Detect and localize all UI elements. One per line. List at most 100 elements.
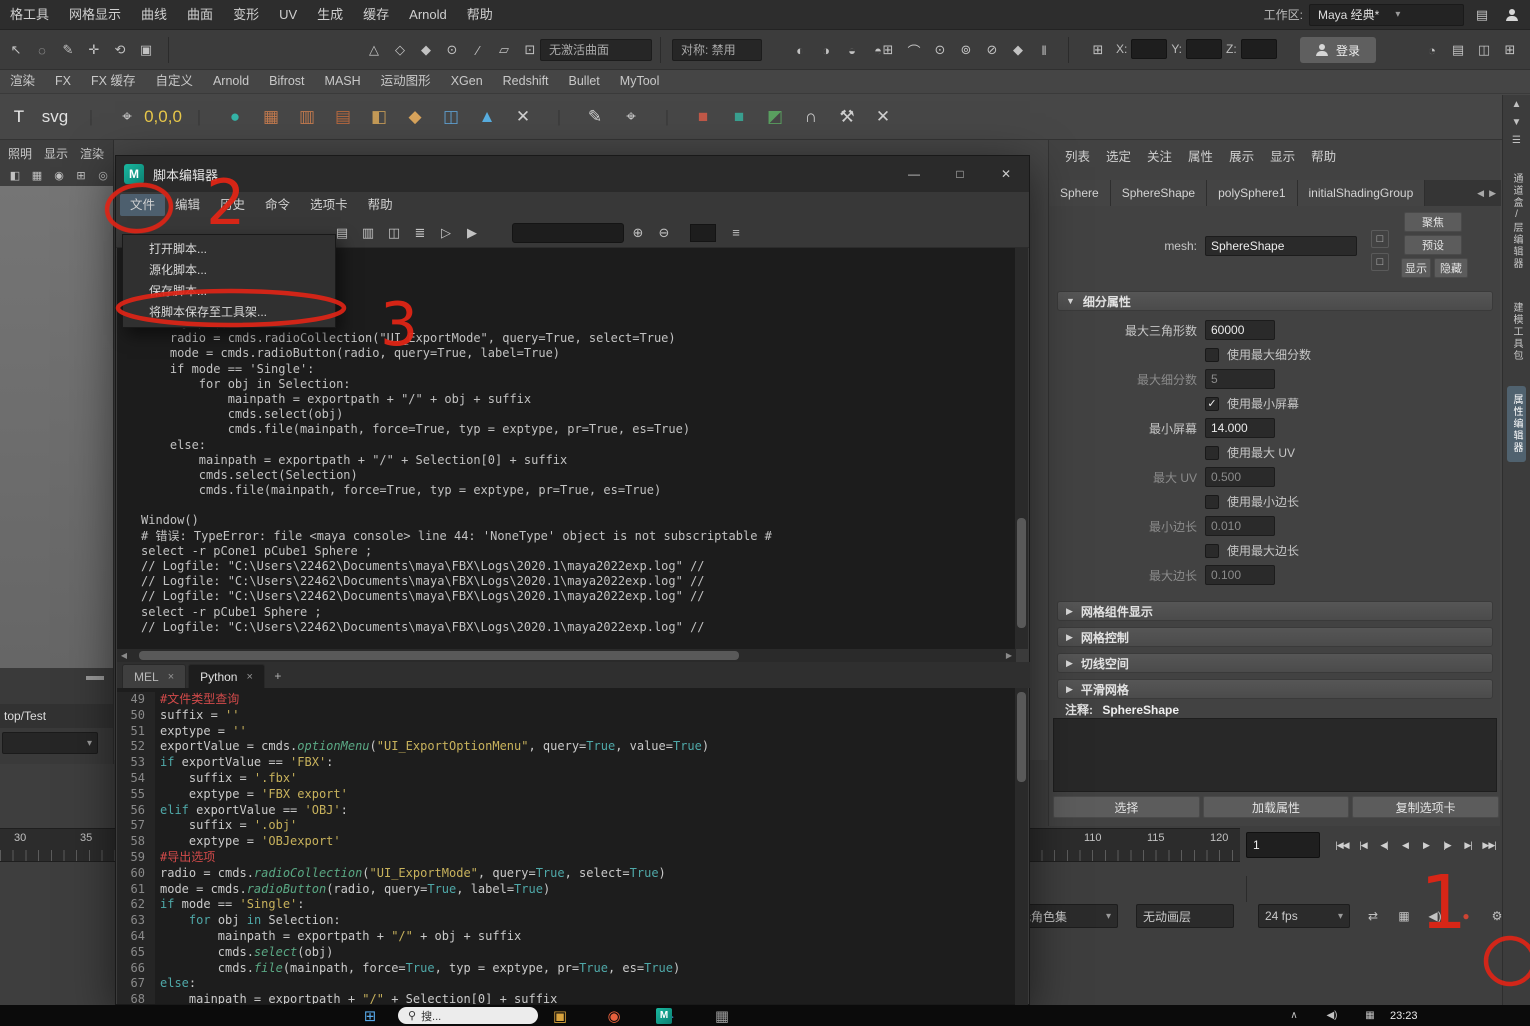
svg-tool-icon[interactable]: svg (38, 98, 72, 136)
sidebar-menu-icon[interactable]: ☰ (1507, 131, 1527, 149)
snap-point-icon[interactable]: ⊙ (928, 38, 952, 62)
code-line[interactable]: 61mode = cmds.radioButton(radio, query=T… (117, 882, 1016, 898)
shelf-tab[interactable]: XGen (441, 70, 493, 93)
browser-icon[interactable]: ◉ (602, 1004, 626, 1026)
tab-close-icon[interactable]: × (246, 671, 252, 683)
mesh-name-field[interactable]: SphereShape (1205, 236, 1357, 256)
viewport[interactable] (0, 186, 113, 668)
scrollbar-thumb[interactable] (1017, 518, 1026, 628)
menu-item[interactable]: 曲面 (177, 0, 223, 29)
shelf-tab[interactable]: 自定义 (145, 70, 203, 93)
auto-key-icon[interactable]: ● (1455, 905, 1477, 927)
sidebar-tab-attribute-editor[interactable]: 属性编辑器 (1507, 386, 1526, 462)
output-connections-icon[interactable]: □ (1371, 253, 1389, 271)
viewport-menu-item[interactable]: 渲染 (80, 145, 104, 162)
component-select-icon[interactable]: ◆ (414, 38, 438, 62)
min-screen-field[interactable]: 14.000 (1205, 418, 1275, 438)
menu-item[interactable]: 帮助 (457, 0, 503, 29)
shading-icon[interactable]: ◧ (6, 166, 24, 184)
use-max-uv-checkbox[interactable] (1205, 446, 1219, 460)
attr-menu-item[interactable]: 关注 (1139, 146, 1180, 165)
show-button[interactable]: 显示 (1401, 258, 1431, 278)
tray-chevron-icon[interactable]: ∧ (1282, 1004, 1306, 1026)
zoom-in-icon[interactable]: ⊕ (626, 221, 650, 245)
menu-item[interactable]: 曲线 (131, 0, 177, 29)
hide-button[interactable]: 隐藏 (1434, 258, 1468, 278)
user-icon[interactable] (1500, 3, 1524, 27)
code-line[interactable]: 51exptype = '' (117, 724, 1016, 740)
make-live-icon[interactable]: ◆ (1006, 38, 1030, 62)
two-pane-icon[interactable]: ◫ (1472, 38, 1496, 62)
scale-tool-icon[interactable]: ▣ (134, 38, 158, 62)
dropdown-menu-item[interactable]: 打开脚本... (123, 239, 335, 260)
close-button[interactable]: ✕ (983, 156, 1029, 192)
node-tab[interactable]: Sphere (1049, 180, 1111, 206)
scrollbar-thumb[interactable] (139, 651, 739, 660)
tabs-menu[interactable]: 选项卡 (300, 194, 358, 216)
grid-icon[interactable]: ⊞ (72, 166, 90, 184)
clock[interactable]: 23:23 (1390, 1005, 1418, 1026)
max-triangles-field[interactable]: 60000 (1205, 320, 1275, 340)
code-line[interactable]: 53if exportValue == 'FBX': (117, 755, 1016, 771)
lasso-select-icon[interactable]: ◌ (30, 38, 54, 62)
step-back-button[interactable]: ◀| (1374, 833, 1394, 857)
menu-item[interactable]: 格工具 (0, 0, 59, 29)
help-menu[interactable]: 帮助 (358, 194, 403, 216)
scrollbar-thumb[interactable] (1017, 692, 1026, 782)
anim-layer-dropdown[interactable]: 无动画层 (1136, 904, 1234, 928)
shelf-separator[interactable]: | (182, 98, 216, 136)
y-input[interactable] (1186, 39, 1222, 59)
sphere-primitive-icon[interactable]: ● (218, 98, 252, 136)
extrude-icon[interactable]: ▲ (470, 98, 504, 136)
menu-item[interactable]: 缓存 (353, 0, 399, 29)
rotate-tool-icon[interactable]: ⟲ (108, 38, 132, 62)
play-button[interactable]: ▶ (1416, 833, 1436, 857)
presets-button[interactable]: 预设 (1404, 235, 1462, 255)
code-line[interactable]: 65 cmds.select(obj) (117, 945, 1016, 961)
shelf-tab[interactable]: Arnold (203, 70, 259, 93)
shelf-tab[interactable]: Bifrost (259, 70, 314, 93)
dropdown-menu-item[interactable]: 保存脚本... (123, 281, 335, 302)
text-tool-icon[interactable]: T (2, 98, 36, 136)
code-line[interactable]: 54 suffix = '.fbx' (117, 771, 1016, 787)
clip-editor-icon[interactable]: ▦ (1393, 905, 1415, 927)
tab-scroll-left-icon[interactable]: ◀ (1477, 188, 1484, 199)
menu-item[interactable]: 生成 (307, 0, 353, 29)
symmetry-field[interactable]: 对称: 禁用 (672, 39, 762, 61)
cube-extract-icon[interactable]: ▤ (326, 98, 360, 136)
step-forward-button[interactable]: |▶ (1437, 833, 1457, 857)
taskbar-search[interactable]: ⚲ 搜... (398, 1007, 538, 1024)
tab-mel[interactable]: MEL × (122, 664, 186, 688)
max-subdiv-field[interactable]: 5 (1205, 369, 1275, 389)
bevel-icon[interactable]: ◩ (758, 98, 792, 136)
shelf-tab[interactable]: 渲染 (0, 70, 45, 93)
min-edge-field[interactable]: 0.010 (1205, 516, 1275, 536)
use-max-edge-checkbox[interactable] (1205, 544, 1219, 558)
soft-select-icon[interactable]: ◐ (788, 38, 812, 62)
snap-plane-icon[interactable]: ⊘ (980, 38, 1004, 62)
use-min-edge-checkbox[interactable] (1205, 495, 1219, 509)
workspace-select[interactable]: Maya 经典* ▾ (1309, 4, 1464, 26)
uv-select-icon[interactable]: ⊡ (518, 38, 542, 62)
code-line[interactable]: 60radio = cmds.radioCollection("UI_Expor… (117, 866, 1016, 882)
script-editor-titlebar[interactable]: M 脚本编辑器 — □ ✕ (116, 156, 1029, 192)
panel-dropdown[interactable]: ▾ (2, 732, 98, 754)
play-backwards-button[interactable]: ◀ (1395, 833, 1415, 857)
suppress-output-icon[interactable]: ▥ (356, 221, 380, 245)
menu-item[interactable]: UV (269, 0, 307, 29)
smooth-mesh-icon[interactable]: ◆ (398, 98, 432, 136)
execute-icon[interactable]: ▶ (460, 221, 484, 245)
pause-icon[interactable]: ‖ (1032, 38, 1056, 62)
booleans-icon[interactable]: ◧ (362, 98, 396, 136)
z-input[interactable] (1241, 39, 1277, 59)
next-key-button[interactable]: ▶| (1458, 833, 1478, 857)
app-icon[interactable]: ▦ (710, 1004, 734, 1026)
code-line[interactable]: 59#导出选项 (117, 850, 1016, 866)
use-max-subdiv-checkbox[interactable] (1205, 348, 1219, 362)
shelf-tab[interactable]: Bullet (559, 70, 610, 93)
attr-menu-item[interactable]: 显示 (1262, 146, 1303, 165)
dropdown-menu-item[interactable]: 将脚本保存至工具架... (123, 302, 335, 323)
login-button[interactable]: 登录 (1300, 37, 1376, 63)
tab-python[interactable]: Python × (188, 664, 265, 688)
code-line[interactable]: 55 exptype = 'FBX export' (117, 787, 1016, 803)
